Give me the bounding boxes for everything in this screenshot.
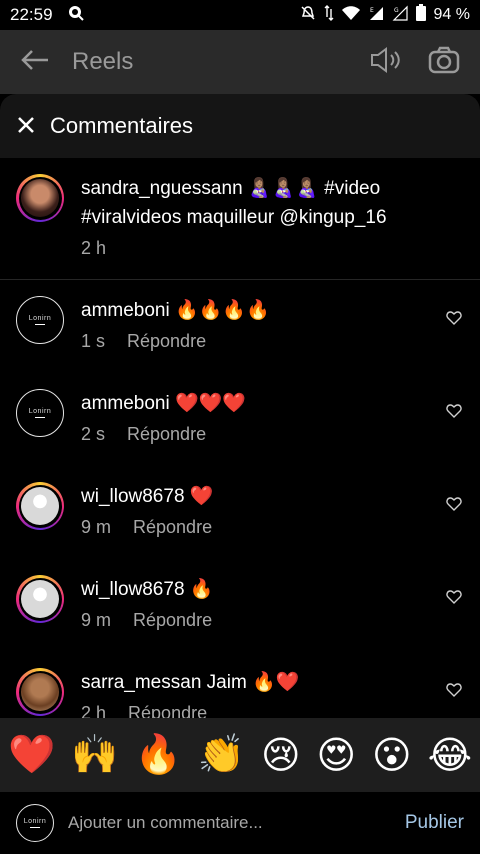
like-heart-icon[interactable] xyxy=(446,589,462,605)
caption: sandra_nguessann 👩🏽‍🍼👩🏽‍🍼👩🏽‍🍼 #video #vi… xyxy=(0,158,480,280)
comment-username[interactable]: ammeboni xyxy=(81,393,170,414)
like-heart-icon[interactable] xyxy=(446,310,462,326)
sheet-title: Commentaires xyxy=(50,113,194,138)
reels-header: Reels xyxy=(0,30,480,94)
avatar[interactable] xyxy=(16,668,64,716)
comments-sheet: Commentaires sandra_nguessann 👩🏽‍🍼👩🏽‍🍼👩🏽… xyxy=(0,94,480,854)
emoji-raised-hands[interactable]: 🙌 xyxy=(71,733,118,777)
reply-button[interactable]: Répondre xyxy=(133,517,212,538)
comment-time: 9 m xyxy=(81,610,112,630)
reply-button[interactable]: Répondre xyxy=(127,331,206,352)
comment-time: 1 s xyxy=(81,331,106,351)
avatar[interactable] xyxy=(16,575,64,623)
speaker-icon[interactable] xyxy=(370,46,402,79)
avatar[interactable] xyxy=(16,174,64,222)
status-time: 22:59 xyxy=(10,5,53,24)
close-icon[interactable] xyxy=(16,111,36,142)
camera-icon[interactable] xyxy=(428,46,460,79)
svg-text:G: G xyxy=(394,7,399,14)
avatar[interactable] xyxy=(16,482,64,530)
comment-text: 🔥 xyxy=(189,579,214,600)
back-arrow-icon[interactable] xyxy=(20,48,50,77)
emoji-clap[interactable]: 👏 xyxy=(198,733,245,777)
comment-username[interactable]: sarra_messan xyxy=(81,672,201,693)
own-avatar: Lonirn xyxy=(16,804,54,842)
comment-text: ❤️ xyxy=(189,486,214,507)
emoji-laughing[interactable]: 😂 xyxy=(428,733,472,778)
comment-username[interactable]: ammeboni xyxy=(81,300,170,321)
caption-text-line1: 👩🏽‍🍼👩🏽‍🍼👩🏽‍🍼 #video xyxy=(247,178,381,199)
comment-row: wi_llow8678 ❤️ 9 m Répondre xyxy=(0,466,480,559)
comment-input-bar: Lonirn Ajouter un commentaire... Publier xyxy=(0,792,480,854)
comment-row: Lonirn ammeboni ❤️❤️❤️ 2 s Répondre xyxy=(0,373,480,466)
like-heart-icon[interactable] xyxy=(446,496,462,512)
comment-row: Lonirn ammeboni 🔥🔥🔥🔥 1 s Répondre xyxy=(0,280,480,373)
signal-g-icon: G xyxy=(392,5,408,26)
comment-input[interactable]: Ajouter un commentaire... xyxy=(68,813,405,833)
publish-button[interactable]: Publier xyxy=(405,812,464,834)
sheet-header: Commentaires xyxy=(0,94,480,158)
comment-text: Jaim 🔥❤️ xyxy=(206,672,300,693)
caption-text-line2: #viralvideos maquilleur @kingup_16 xyxy=(81,207,387,228)
comment-text: ❤️❤️❤️ xyxy=(175,393,246,414)
comment-username[interactable]: wi_llow8678 xyxy=(81,486,185,507)
notification-icon xyxy=(67,4,85,27)
comment-row: wi_llow8678 🔥 9 m Répondre xyxy=(0,559,480,652)
emoji-heart-eyes[interactable]: 😍 xyxy=(317,733,357,778)
data-arrows-icon xyxy=(324,4,334,26)
mute-icon xyxy=(300,5,316,26)
caption-time: 2 h xyxy=(81,238,107,258)
reply-button[interactable]: Répondre xyxy=(133,610,212,631)
reply-button[interactable]: Répondre xyxy=(127,424,206,445)
comment-username[interactable]: wi_llow8678 xyxy=(81,579,185,600)
emoji-reaction-bar: ❤️ 🙌 🔥 👏 😢 😍 😮 😂 xyxy=(0,718,480,792)
signal-e-icon: E xyxy=(368,5,384,26)
svg-text:E: E xyxy=(370,7,374,14)
comment-text: 🔥🔥🔥🔥 xyxy=(175,300,270,321)
like-heart-icon[interactable] xyxy=(446,682,462,698)
like-heart-icon[interactable] xyxy=(446,403,462,419)
avatar[interactable]: Lonirn xyxy=(16,389,64,437)
emoji-fire[interactable]: 🔥 xyxy=(134,733,181,777)
emoji-surprised[interactable]: 😮 xyxy=(372,733,412,778)
comment-time: 2 s xyxy=(81,424,106,444)
comment-time: 9 m xyxy=(81,517,112,537)
status-bar: 22:59 E G 94 % xyxy=(0,0,480,30)
emoji-crying[interactable]: 😢 xyxy=(261,733,301,778)
reels-title: Reels xyxy=(72,48,134,75)
caption-username[interactable]: sandra_nguessann xyxy=(81,178,243,199)
emoji-heart[interactable]: ❤️ xyxy=(8,733,55,777)
battery-percent: 94 % xyxy=(433,6,470,23)
wifi-icon xyxy=(341,5,360,25)
battery-icon xyxy=(415,4,426,26)
avatar[interactable]: Lonirn xyxy=(16,296,64,344)
